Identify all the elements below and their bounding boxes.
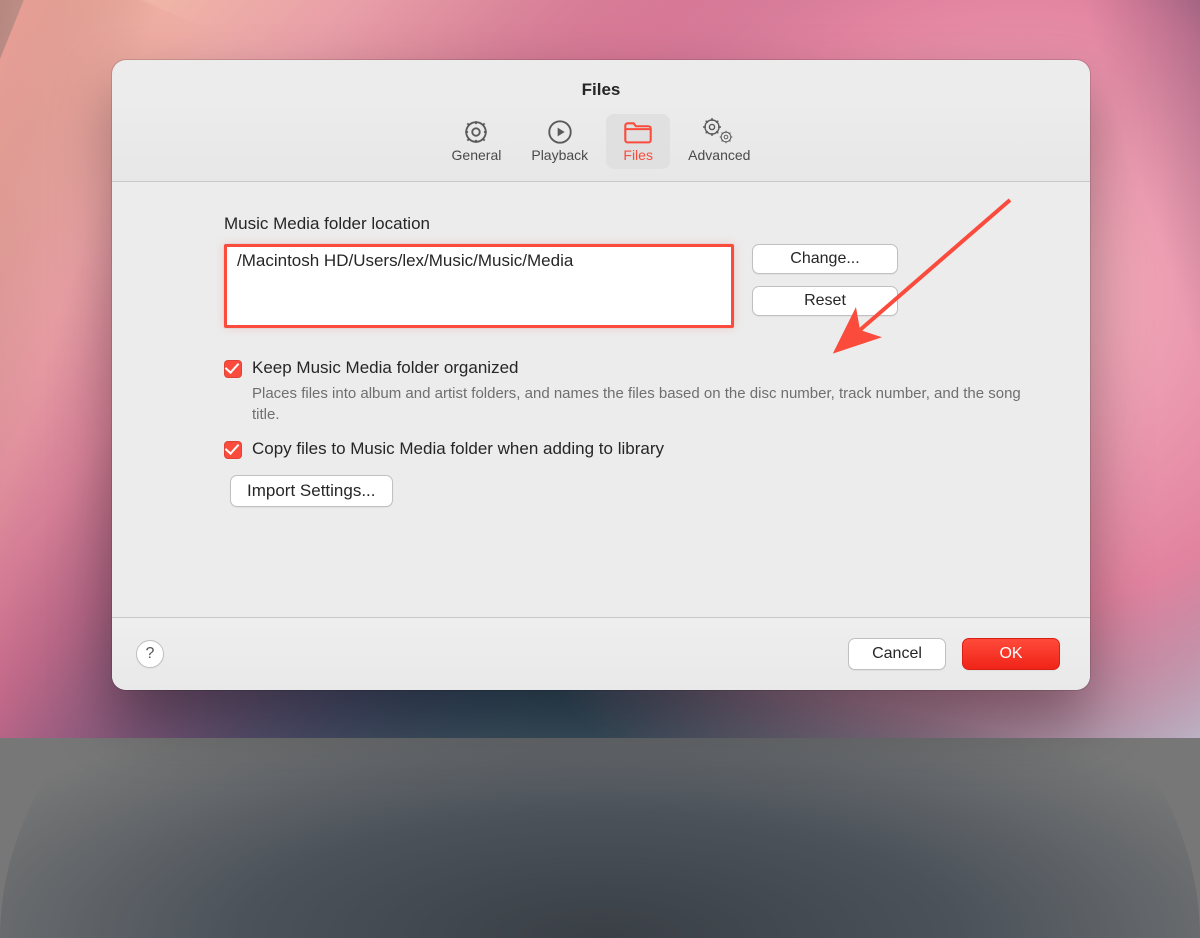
ok-button[interactable]: OK <box>962 638 1060 670</box>
media-location-row: /Macintosh HD/Users/lex/Music/Music/Medi… <box>212 244 1026 328</box>
dialog-content: Music Media folder location /Macintosh H… <box>112 182 1090 617</box>
keep-organized-label: Keep Music Media folder organized <box>252 358 518 378</box>
tab-files[interactable]: Files <box>606 114 670 169</box>
tab-files-label: Files <box>623 148 653 163</box>
copy-files-row: Copy files to Music Media folder when ad… <box>224 439 1026 459</box>
help-button[interactable]: ? <box>136 640 164 668</box>
import-settings-button[interactable]: Import Settings... <box>230 475 393 507</box>
folder-icon <box>618 116 658 148</box>
tab-advanced[interactable]: Advanced <box>676 114 762 169</box>
change-button[interactable]: Change... <box>752 244 898 274</box>
dialog-header: Files <box>112 60 1090 100</box>
copy-files-checkbox[interactable] <box>224 441 242 459</box>
import-settings-wrap: Import Settings... <box>230 475 393 507</box>
keep-organized-help: Places files into album and artist folde… <box>252 384 1022 425</box>
media-location-label: Music Media folder location <box>212 214 1026 234</box>
tab-general[interactable]: General <box>440 114 514 169</box>
keep-organized-row: Keep Music Media folder organized <box>224 358 1026 378</box>
media-path-value: /Macintosh HD/Users/lex/Music/Music/Medi… <box>237 251 573 270</box>
play-icon <box>540 116 580 148</box>
keep-organized-checkbox[interactable] <box>224 360 242 378</box>
tab-bar: General Playback Files <box>112 100 1090 182</box>
tab-advanced-label: Advanced <box>688 148 750 163</box>
cancel-button[interactable]: Cancel <box>848 638 946 670</box>
gears-icon <box>699 116 739 148</box>
gear-icon <box>456 116 496 148</box>
help-icon: ? <box>146 645 155 663</box>
dialog-title: Files <box>112 80 1090 100</box>
media-path-field[interactable]: /Macintosh HD/Users/lex/Music/Music/Medi… <box>224 244 734 328</box>
dialog-footer: ? Cancel OK <box>112 617 1090 690</box>
files-preferences-dialog: Files General Playback <box>112 60 1090 690</box>
reset-button[interactable]: Reset <box>752 286 898 316</box>
media-location-buttons: Change... Reset <box>752 244 872 316</box>
tab-playback[interactable]: Playback <box>519 114 600 169</box>
tab-general-label: General <box>452 148 502 163</box>
copy-files-label: Copy files to Music Media folder when ad… <box>252 439 664 459</box>
tab-playback-label: Playback <box>531 148 588 163</box>
